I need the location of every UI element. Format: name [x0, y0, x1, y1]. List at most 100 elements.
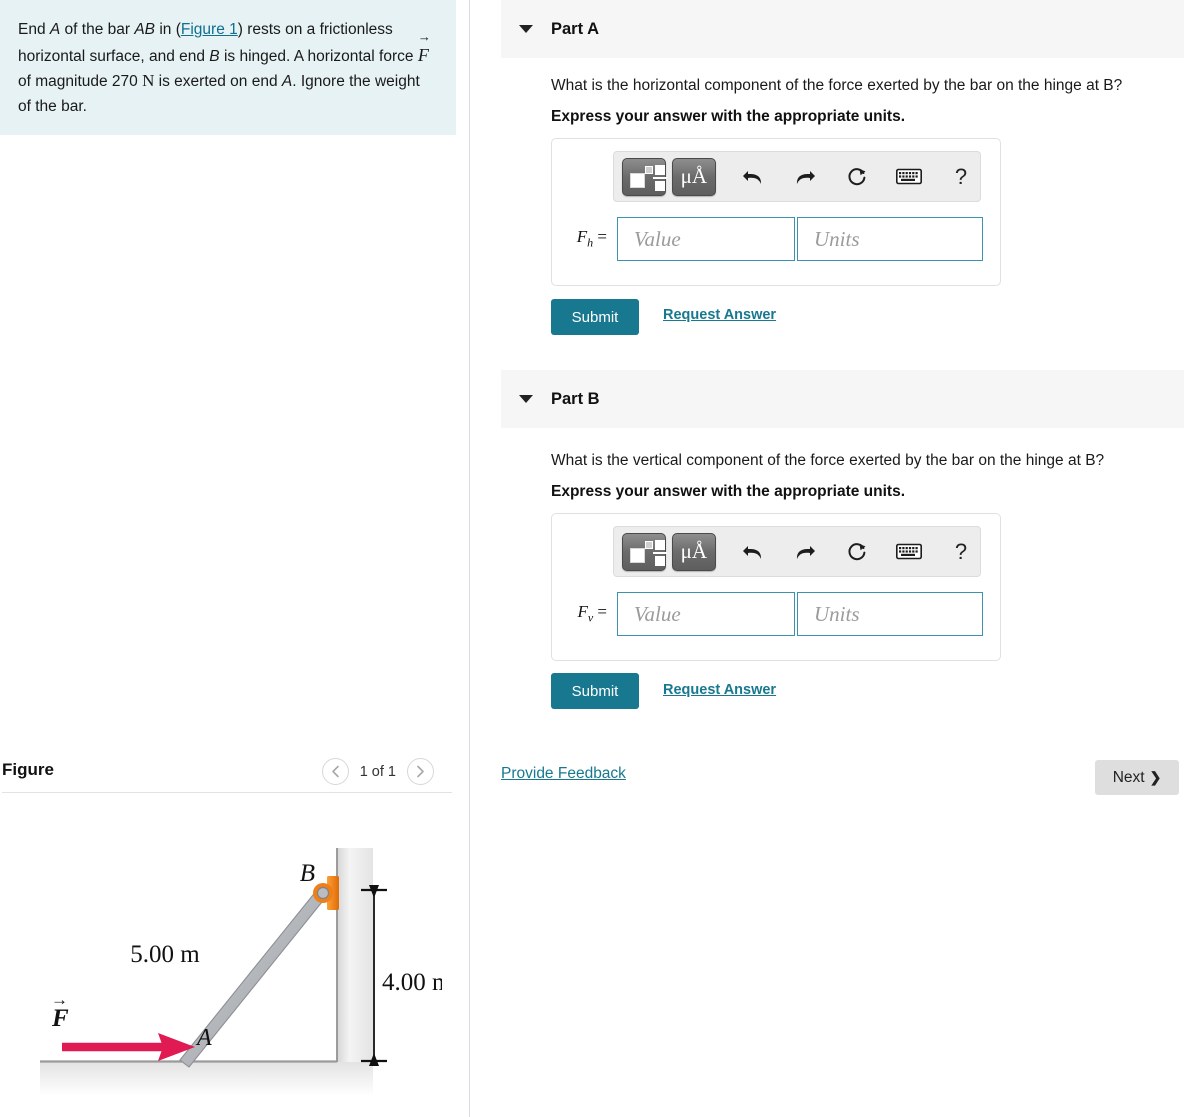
- part-a-units-input[interactable]: [797, 217, 983, 261]
- part-b-request-answer-link[interactable]: Request Answer: [663, 682, 776, 698]
- part-a-answer-label: Fh =: [563, 227, 617, 250]
- part-b-equals: =: [597, 602, 607, 622]
- reset-glyph: [848, 167, 866, 185]
- part-b-answer-box: μÅ ? Fv = Value Units: [551, 513, 1001, 661]
- template-fraction-denominator: [655, 555, 665, 566]
- part-a-header[interactable]: Part A: [501, 0, 1184, 58]
- part-b-subscript: v: [587, 610, 594, 625]
- units-micro-angstrom-icon[interactable]: μÅ: [671, 157, 716, 196]
- part-a-subscript: h: [587, 235, 594, 250]
- undo-arrow-icon[interactable]: [734, 158, 772, 196]
- undo-glyph: [742, 545, 761, 559]
- problem-var-ab: AB: [134, 21, 156, 38]
- problem-vector-f: F: [418, 30, 431, 68]
- problem-var-a2: A: [281, 73, 293, 90]
- problem-text-3: in (: [155, 21, 181, 38]
- next-button[interactable]: Next ❯: [1095, 760, 1179, 795]
- problem-var-b: B: [209, 47, 220, 65]
- part-b-question: What is the vertical component of the fo…: [551, 452, 1105, 469]
- template-fraction-numerator: [655, 164, 665, 175]
- redo-glyph: [796, 545, 815, 559]
- redo-arrow-icon[interactable]: [786, 533, 824, 571]
- template-base-square: [630, 172, 645, 188]
- part-a-question: What is the horizontal component of the …: [551, 77, 1123, 94]
- chevron-right-icon: ❯: [1149, 769, 1162, 785]
- next-button-label: Next: [1112, 768, 1145, 786]
- problem-text-1: End: [18, 21, 50, 38]
- provide-feedback-link[interactable]: Provide Feedback: [501, 765, 626, 783]
- part-b-units-input[interactable]: [797, 592, 983, 636]
- help-question-icon[interactable]: ?: [942, 158, 980, 196]
- part-a-answer-row: Fh =: [563, 217, 983, 261]
- part-a-submit-button[interactable]: Submit: [551, 299, 639, 335]
- part-b-instruction: Express your answer with the appropriate…: [551, 483, 906, 500]
- template-fraction-denominator: [655, 180, 665, 191]
- label-force-f: F: [51, 1005, 69, 1032]
- part-b-value-input[interactable]: [617, 592, 795, 636]
- figure-diagram: B A F → 5.00 m 4.00 m: [30, 848, 442, 1114]
- template-fraction-numerator: [655, 539, 665, 550]
- redo-arrow-icon[interactable]: [786, 158, 824, 196]
- reset-glyph: [848, 542, 866, 560]
- math-template-icon[interactable]: [622, 532, 667, 571]
- reset-circle-icon[interactable]: [838, 158, 876, 196]
- wall-shape: [337, 848, 373, 1062]
- label-a: A: [195, 1025, 212, 1051]
- keyboard-glyph: [895, 543, 922, 560]
- template-fraction-bar: [653, 176, 667, 179]
- undo-arrow-icon[interactable]: [734, 533, 772, 571]
- part-b-header[interactable]: Part B: [501, 370, 1184, 428]
- label-wall-height: 4.00 m: [382, 969, 442, 996]
- problem-text-6: of magnitude 270: [18, 73, 143, 90]
- label-bar-length: 5.00 m: [130, 941, 200, 968]
- template-exponent-square: [645, 165, 653, 174]
- keyboard-icon[interactable]: [890, 158, 928, 196]
- help-question-icon[interactable]: ?: [942, 533, 980, 571]
- part-a-title: Part A: [551, 19, 599, 38]
- part-a-value-input[interactable]: [617, 217, 795, 261]
- problem-unit-newton: N: [142, 71, 155, 90]
- label-force-f-vector-arrow: →: [51, 990, 68, 1009]
- part-a-symbol: F: [576, 227, 588, 247]
- part-a-answer-box: μÅ ? Fh = Value Units: [551, 138, 1001, 286]
- part-a-request-answer-link[interactable]: Request Answer: [663, 307, 776, 323]
- figure-divider: [2, 792, 452, 793]
- template-base-square: [630, 547, 645, 563]
- part-b-title: Part B: [551, 389, 600, 408]
- part-b-toolbar: μÅ ?: [613, 526, 981, 577]
- label-b: B: [300, 860, 315, 887]
- problem-text: End A of the bar AB in (Figure 1) rests …: [18, 18, 434, 119]
- problem-text-7: is exerted on end: [154, 73, 282, 90]
- template-fraction-bar: [653, 551, 667, 554]
- right-panel: Part A What is the horizontal component …: [471, 0, 1200, 1117]
- left-panel: End A of the bar AB in (Figure 1) rests …: [0, 0, 470, 1117]
- chevron-left-icon: [331, 765, 339, 778]
- figure-1-link[interactable]: Figure 1: [181, 21, 238, 38]
- template-exponent-square: [645, 540, 653, 549]
- problem-text-5: is hinged. A horizontal force: [219, 47, 418, 65]
- problem-var-a: A: [49, 21, 61, 38]
- chevron-right-icon: [417, 765, 424, 778]
- part-b-submit-button[interactable]: Submit: [551, 673, 639, 709]
- figure-prev-button[interactable]: [321, 758, 349, 785]
- part-b-answer-label: Fv =: [563, 602, 617, 625]
- figure-header: Figure 1 of 1: [0, 752, 456, 804]
- figure-pager-label: 1 of 1: [359, 763, 396, 780]
- math-template-icon[interactable]: [622, 157, 667, 196]
- redo-glyph: [796, 170, 815, 184]
- part-a-instruction: Express your answer with the appropriate…: [551, 108, 906, 125]
- caret-down-icon[interactable]: [519, 395, 533, 403]
- reset-circle-icon[interactable]: [838, 533, 876, 571]
- part-b-symbol: F: [577, 602, 588, 622]
- keyboard-glyph: [895, 168, 922, 185]
- undo-glyph: [742, 170, 761, 184]
- problem-statement: End A of the bar AB in (Figure 1) rests …: [0, 0, 456, 135]
- keyboard-icon[interactable]: [890, 533, 928, 571]
- figure-next-button[interactable]: [407, 758, 434, 785]
- part-a-equals: =: [597, 227, 607, 247]
- problem-text-2: of the bar: [60, 21, 135, 38]
- figure-pager: 1 of 1: [321, 758, 434, 785]
- caret-down-icon[interactable]: [519, 25, 533, 33]
- physics-diagram-svg: B A F → 5.00 m 4.00 m: [40, 848, 442, 1096]
- units-micro-angstrom-icon[interactable]: μÅ: [671, 532, 716, 571]
